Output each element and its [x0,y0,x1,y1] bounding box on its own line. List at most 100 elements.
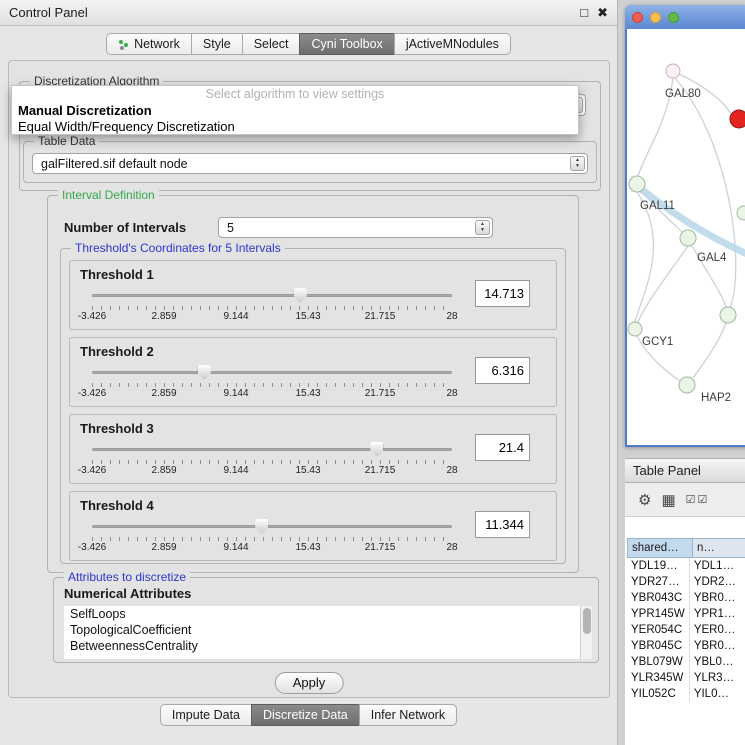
network-canvas[interactable]: GAL80GAL11GAL4GCY1HAP2 [625,29,745,447]
scale-label: 15.43 [295,465,320,476]
threshold-panel: Threshold 2 -3.4262.8599.14415.4321.7152… [69,337,557,407]
network-node[interactable] [730,110,745,128]
combo-stepper[interactable]: ▲ ▼ [475,220,490,235]
tab-label: Network [134,37,180,51]
node-label: HAP2 [701,392,731,404]
network-node[interactable] [629,176,645,192]
bottom-tab-infer-network[interactable]: Infer Network [359,704,457,726]
interval-definition-group: Interval Definition Number of Intervals … [47,195,579,573]
scale-label: 9.144 [223,388,248,399]
float-window-icon[interactable]: □ [580,5,588,21]
network-node[interactable] [666,64,680,78]
scale-label: 9.144 [223,311,248,322]
dropdown-option-equal-width-frequency[interactable]: Equal Width/Frequency Discretization [12,119,578,135]
network-node[interactable] [680,230,696,246]
tab-label: Select [254,37,289,51]
network-node[interactable] [679,377,695,393]
threshold-slider[interactable] [92,518,452,536]
scale-label: 21.715 [365,311,396,322]
slider-thumb-icon[interactable] [370,442,383,457]
scale-label: 28 [446,388,457,399]
scale-label: 2.859 [151,388,176,399]
table-cell: YPR145W [627,606,690,622]
table-row[interactable]: YPR145WYPR1… [627,606,745,622]
threshold-value-field[interactable] [475,511,530,538]
number-of-intervals-combobox[interactable]: 5 ▲ ▼ [218,217,493,238]
combo-stepper[interactable]: ▲ ▼ [570,156,585,171]
column-header-name[interactable]: n… [693,538,745,558]
node-label: GAL4 [697,252,727,264]
attribute-item[interactable]: TopologicalCoefficient [64,622,592,638]
slider-track[interactable] [92,294,452,297]
column-layout-icon[interactable]: ▦ [661,491,675,509]
node-label: GAL80 [665,88,701,100]
network-node[interactable] [628,322,642,336]
minimize-traffic-light-icon[interactable] [650,12,661,23]
attribute-item[interactable]: SelfLoops [64,606,592,622]
close-traffic-light-icon[interactable] [632,12,643,23]
slider-track[interactable] [92,371,452,374]
table-row[interactable]: YBR045CYBR0… [627,638,745,654]
table-row[interactable]: YBL079WYBL0… [627,654,745,670]
tab-label: Impute Data [172,708,240,722]
numerical-attributes-list[interactable]: SelfLoopsTopologicalCoefficientBetweenne… [64,606,592,659]
table-row[interactable]: YDR27…YDR2… [627,574,745,590]
table-row[interactable]: YLR345WYLR3… [627,670,745,686]
column-header-shared-name[interactable]: shared… [627,538,693,558]
apply-button[interactable]: Apply [275,672,344,694]
tab-jactivemnodules[interactable]: jActiveMNodules [394,33,511,55]
network-graph: GAL80GAL11GAL4GCY1HAP2 [627,29,745,445]
dropdown-option-manual-discretization[interactable]: Manual Discretization [12,103,578,119]
network-edge [641,189,745,255]
scale-label: -3.426 [78,388,106,399]
threshold-value-field[interactable] [475,434,530,461]
scale-label: 2.859 [151,465,176,476]
threshold-slider[interactable] [92,441,452,459]
table-cell: YIL052C [627,686,690,702]
threshold-slider[interactable] [92,287,452,305]
attributes-scrollbar[interactable] [580,606,592,659]
table-panel: ⚙ ▦ ☑☑ shared… n… YDL19…YDL1…YDR27…YDR2…… [625,483,745,745]
control-panel-window: Control Panel □ ✖ Network Style Select Cyni… [0,0,618,745]
zoom-traffic-light-icon[interactable] [668,12,679,23]
slider-thumb-icon[interactable] [198,365,211,380]
bottom-tab-impute-data[interactable]: Impute Data [160,704,252,726]
threshold-value-field[interactable] [475,357,530,384]
table-cell: YLR3… [690,670,745,686]
close-window-icon[interactable]: ✖ [597,5,608,21]
network-view-window: GAL80GAL11GAL4GCY1HAP2 [625,5,745,447]
select-columns-checkboxes-icon[interactable]: ☑☑ [686,493,710,506]
table-row[interactable]: YER054CYER0… [627,622,745,638]
threshold-label: Threshold 2 [80,344,154,359]
slider-thumb-icon[interactable] [294,288,307,303]
scale-label: 15.43 [295,311,320,322]
tab-select[interactable]: Select [242,33,301,55]
attribute-item[interactable]: BetweennessCentrality [64,638,592,654]
bottom-tab-discretize-data[interactable]: Discretize Data [251,704,360,726]
threshold-value-field[interactable] [475,280,530,307]
slider-track[interactable] [92,448,452,451]
scale-label: 21.715 [365,388,396,399]
control-panel-titlebar[interactable]: Control Panel □ ✖ [0,0,617,26]
algorithm-dropdown-popup: Select algorithm to view settings Manual… [11,85,579,135]
window-title: Control Panel [9,5,88,20]
tab-cyni-toolbox[interactable]: Cyni Toolbox [299,33,394,55]
tab-style[interactable]: Style [191,33,243,55]
tab-network[interactable]: Network [106,33,192,55]
slider-thumb-icon[interactable] [255,519,268,534]
network-node[interactable] [720,307,736,323]
table-data-combobox[interactable]: galFiltered.sif default node ▲ ▼ [32,153,588,174]
network-window-titlebar[interactable] [625,5,745,29]
thresholds-coordinates-group: Threshold's Coordinates for 5 Intervals … [60,248,566,564]
table-row[interactable]: YIL052CYIL0… [627,686,745,702]
dropdown-placeholder-option[interactable]: Select algorithm to view settings [12,87,578,103]
slider-ticks [92,537,452,541]
scale-label: 21.715 [365,542,396,553]
threshold-slider[interactable] [92,364,452,382]
table-row[interactable]: YBR043CYBR0… [627,590,745,606]
scrollbar-thumb[interactable] [583,608,591,634]
table-row[interactable]: YDL19…YDL1… [627,558,745,574]
network-node[interactable] [737,206,745,220]
settings-gear-icon[interactable]: ⚙ [638,491,651,509]
slider-track[interactable] [92,525,452,528]
